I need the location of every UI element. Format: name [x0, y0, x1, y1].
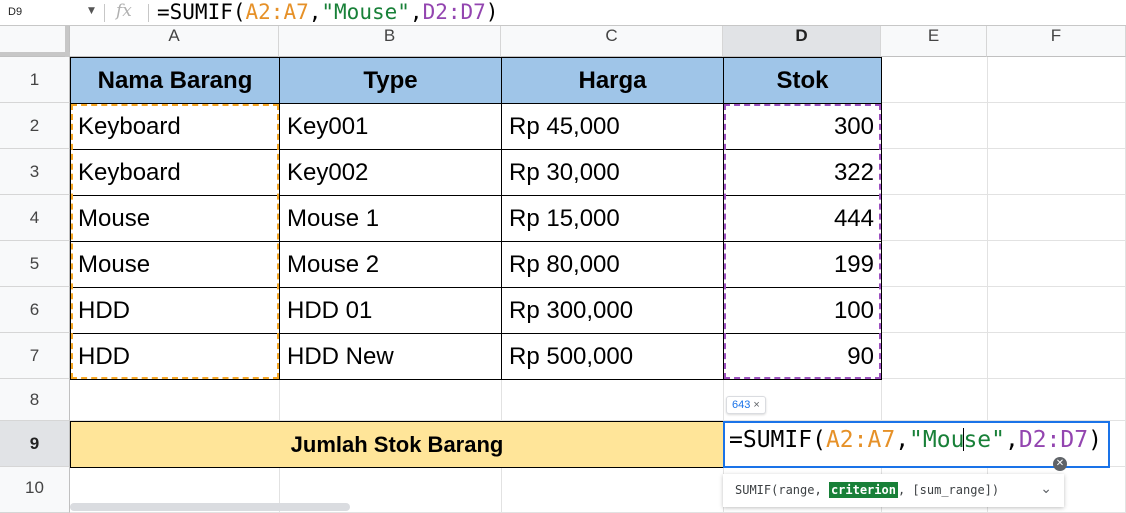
- result-preview-chip: 643 ×: [726, 396, 766, 414]
- table-cell[interactable]: Mouse 1: [279, 195, 502, 242]
- active-cell-editor[interactable]: =SUMIF(A2:A7,"Mouse",D2:D7): [723, 421, 1110, 468]
- column-header-a[interactable]: A: [70, 26, 279, 57]
- gridline: [881, 102, 1126, 103]
- table-cell[interactable]: 444: [723, 195, 882, 242]
- editor-criterion-b: se": [963, 427, 1005, 453]
- gridline: [881, 240, 1126, 241]
- row-header-4[interactable]: 4: [0, 195, 70, 241]
- column-header-f[interactable]: F: [987, 26, 1126, 57]
- gridline: [881, 332, 1126, 333]
- formula-comma: ,: [308, 0, 322, 24]
- row-header-8[interactable]: 8: [0, 379, 70, 421]
- table-cell[interactable]: 199: [723, 241, 882, 288]
- formula-input[interactable]: =SUMIF(A2:A7,"Mouse",D2:D7): [157, 0, 498, 24]
- table-cell[interactable]: HDD: [70, 287, 280, 334]
- table-cell[interactable]: 100: [723, 287, 882, 334]
- table-cell[interactable]: 300: [723, 103, 882, 150]
- result-preview-value: 643: [732, 399, 751, 411]
- formula-bar-divider: [148, 4, 149, 22]
- table-cell[interactable]: Mouse 2: [279, 241, 502, 288]
- chevron-down-icon[interactable]: ⌄: [1040, 481, 1052, 497]
- table-cell[interactable]: HDD 01: [279, 287, 502, 334]
- table-cell[interactable]: Keyboard: [70, 103, 280, 150]
- table-cell[interactable]: Rp 500,000: [501, 333, 724, 380]
- formula-criterion: "Mouse": [321, 0, 410, 24]
- row-header-3[interactable]: 3: [0, 149, 70, 195]
- formula-range1: A2:A7: [245, 0, 309, 24]
- column-header-d[interactable]: D: [723, 26, 881, 57]
- table-cell[interactable]: 322: [723, 149, 882, 196]
- formula-suffix: ): [485, 0, 499, 24]
- table-cell[interactable]: Key001: [279, 103, 502, 150]
- close-icon[interactable]: ✕: [1053, 457, 1067, 471]
- row-header-9[interactable]: 9: [0, 421, 70, 467]
- hint-arg-range: range,: [778, 483, 829, 497]
- formula-bar-divider: [104, 4, 105, 22]
- freeze-handle-horizontal[interactable]: [0, 52, 70, 56]
- header-cell-stok[interactable]: Stok: [723, 57, 882, 104]
- column-header-c[interactable]: C: [501, 26, 723, 57]
- row-header-2[interactable]: 2: [0, 103, 70, 149]
- table-cell[interactable]: HDD New: [279, 333, 502, 380]
- editor-criterion-a: "Mou: [909, 427, 965, 453]
- table-cell[interactable]: HDD: [70, 333, 280, 380]
- formula-comma: ,: [409, 0, 423, 24]
- function-signature-hint[interactable]: SUMIF(range, criterion, [sum_range]) ⌄: [723, 474, 1064, 507]
- editor-prefix: =SUMIF(: [729, 427, 826, 453]
- table-cell[interactable]: Keyboard: [70, 149, 280, 196]
- editor-range2: D2:D7: [1018, 427, 1089, 453]
- editor-comma: ,: [895, 427, 910, 453]
- formula-prefix: =SUMIF(: [157, 0, 246, 24]
- table-cell[interactable]: Mouse: [70, 195, 280, 242]
- column-header-e[interactable]: E: [881, 26, 987, 57]
- gridline: [881, 286, 1126, 287]
- table-cell[interactable]: Rp 30,000: [501, 149, 724, 196]
- row-header-1[interactable]: 1: [0, 57, 70, 103]
- fx-icon: fx: [116, 1, 132, 21]
- gridline: [881, 148, 1126, 149]
- header-cell-nama-barang[interactable]: Nama Barang: [70, 57, 280, 104]
- result-preview-close-icon[interactable]: ×: [753, 399, 759, 411]
- header-cell-harga[interactable]: Harga: [501, 57, 724, 104]
- row-header-7[interactable]: 7: [0, 333, 70, 379]
- table-cell[interactable]: Rp 15,000: [501, 195, 724, 242]
- total-label-cell[interactable]: Jumlah Stok Barang: [70, 421, 724, 468]
- hint-arg-sum-range: , [sum_range]): [897, 483, 1000, 497]
- hint-arg-criterion: criterion: [828, 482, 898, 498]
- horizontal-scrollbar[interactable]: [70, 503, 350, 511]
- hint-function-name: SUMIF(: [735, 483, 779, 497]
- select-all-corner[interactable]: [0, 26, 70, 57]
- table-cell[interactable]: Mouse: [70, 241, 280, 288]
- editor-range1: A2:A7: [825, 427, 896, 453]
- column-header-b[interactable]: B: [279, 26, 501, 57]
- table-cell[interactable]: Key002: [279, 149, 502, 196]
- header-cell-type[interactable]: Type: [279, 57, 502, 104]
- formula-bar: D9 ▼ fx =SUMIF(A2:A7,"Mouse",D2:D7): [0, 0, 1126, 26]
- row-header-5[interactable]: 5: [0, 241, 70, 287]
- name-box-dropdown-icon[interactable]: ▼: [88, 6, 95, 16]
- table-cell[interactable]: Rp 300,000: [501, 287, 724, 334]
- formula-range2: D2:D7: [422, 0, 486, 24]
- name-box[interactable]: D9 ▼: [0, 0, 100, 25]
- table-cell[interactable]: Rp 45,000: [501, 103, 724, 150]
- row-header-6[interactable]: 6: [0, 287, 70, 333]
- gridline: [881, 378, 1126, 379]
- table-cell[interactable]: 90: [723, 333, 882, 380]
- gridline: [881, 194, 1126, 195]
- editor-suffix: ): [1088, 427, 1102, 453]
- name-box-ref: D9: [8, 6, 23, 18]
- table-cell[interactable]: Rp 80,000: [501, 241, 724, 288]
- row-header-10[interactable]: 10: [0, 467, 70, 513]
- editor-comma: ,: [1004, 427, 1019, 453]
